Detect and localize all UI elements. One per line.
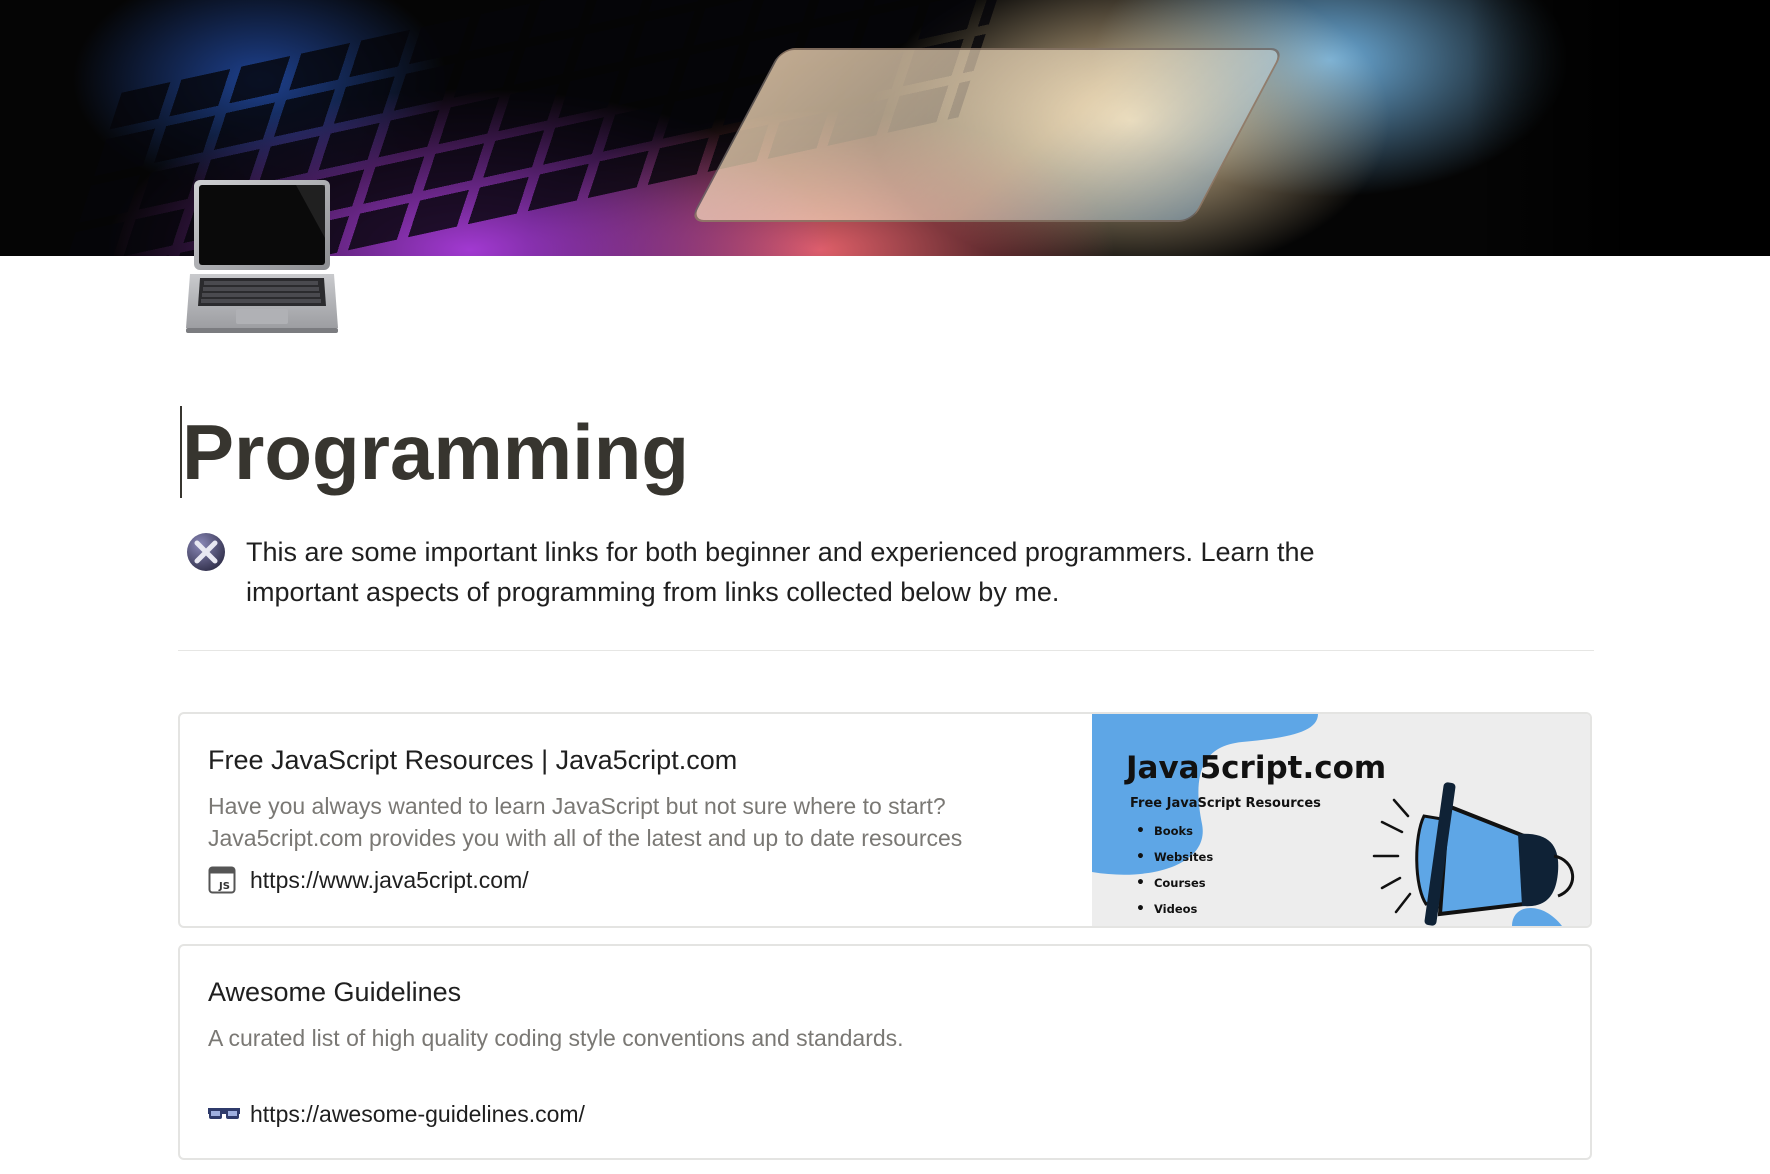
callout-text[interactable]: This are some important links for both b… [246, 532, 1366, 612]
text-cursor [180, 406, 182, 498]
megaphone-icon [1372, 782, 1575, 926]
bookmark-link[interactable]: JS https://www.java5cript.com/ [208, 864, 529, 896]
bookmark-url[interactable]: https://www.java5cript.com/ [250, 864, 529, 896]
bookmark-link[interactable]: https://awesome-guidelines.com/ [208, 1098, 585, 1130]
svg-text:JS: JS [218, 881, 230, 892]
divider [178, 650, 1594, 651]
bookmark-title: Free JavaScript Resources | Java5cript.c… [208, 745, 738, 775]
preview-list-item: Websites [1136, 844, 1213, 870]
glasses-favicon-icon [208, 1100, 240, 1128]
bookmark-card[interactable]: Awesome Guidelines A curated list of hig… [178, 944, 1592, 1160]
preview-brand: Java5cript.com [1126, 750, 1387, 786]
bookmark-description: Have you always wanted to learn JavaScri… [208, 793, 963, 851]
laptop-icon[interactable] [186, 178, 338, 334]
preview-list-item: Courses [1136, 870, 1213, 896]
bookmark-description: A curated list of high quality coding st… [208, 1025, 904, 1051]
preview-list-item: Videos [1136, 896, 1213, 922]
page: Programming This are some important link… [0, 0, 1770, 1174]
trackpad [688, 48, 1286, 222]
page-title[interactable]: Programming [182, 402, 689, 502]
bookmark-card[interactable]: Free JavaScript Resources | Java5cript.c… [178, 712, 1592, 928]
preview-list: Books Websites Courses Videos [1136, 818, 1213, 922]
bookmark-title: Awesome Guidelines [208, 977, 462, 1007]
preview-subtitle: Free JavaScript Resources [1130, 796, 1321, 811]
js-favicon-icon: JS [208, 866, 236, 894]
bookmark-preview-image: Java5cript.com Free JavaScript Resources… [1092, 714, 1590, 926]
x-mark-icon[interactable] [186, 532, 226, 572]
page-title-block[interactable]: Programming [180, 402, 689, 502]
preview-list-item: Books [1136, 818, 1213, 844]
bookmark-url[interactable]: https://awesome-guidelines.com/ [250, 1098, 585, 1130]
